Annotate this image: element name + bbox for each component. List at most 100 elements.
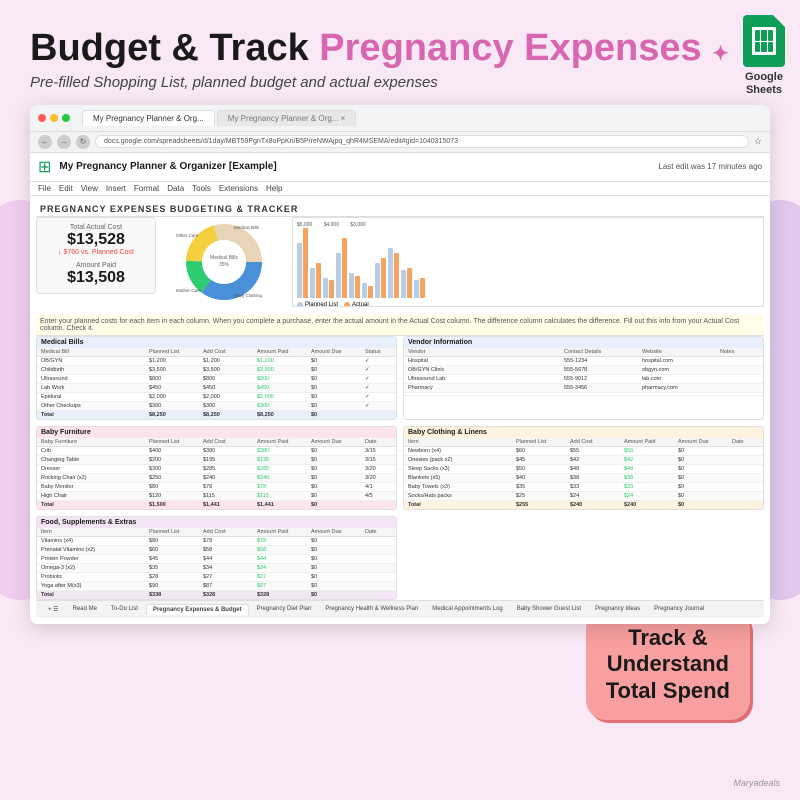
legend-actual: Actual (344, 302, 369, 307)
tab-baby-shower[interactable]: Baby Shower Guest List (511, 604, 587, 614)
title-black-part: Budget & Track (30, 27, 319, 69)
col-baby-due: Amount Due (311, 439, 365, 445)
tab-read-me[interactable]: Read Me (67, 604, 103, 614)
table-row (404, 393, 763, 396)
col-vendor-notes: Notes (720, 349, 759, 355)
stats-row: Total Actual Cost $13,528 ↓ $760 vs. Pla… (36, 217, 764, 307)
table-row: Changing Table$200$195$195$03/15 (37, 456, 396, 465)
menu-extensions[interactable]: Extensions (219, 184, 258, 193)
menu-tools[interactable]: Tools (192, 184, 211, 193)
page-title: Budget & Track Pregnancy Expenses ✦ (30, 28, 770, 70)
col-food-item: Item (41, 529, 149, 535)
legend-actual-label: Actual (352, 302, 369, 307)
col-clothing-paid: Amount Paid (624, 439, 678, 445)
bar-group-6 (362, 283, 373, 298)
bar-planned-1 (297, 243, 302, 298)
add-sheet-button[interactable]: + ☰ (42, 604, 65, 615)
refresh-button[interactable]: ↻ (76, 135, 90, 149)
bookmark-icon[interactable]: ☆ (754, 136, 762, 147)
table-row: Baby Towels (x3)$35$33$33$0 (404, 483, 763, 492)
col-clothing-date: Date (732, 439, 759, 445)
spreadsheet-toolbar: ⊞ My Pregnancy Planner & Organizer [Exam… (30, 153, 770, 182)
saved-status: Last edit was 17 minutes ago (658, 162, 762, 171)
col-medical-due: Amount Due (311, 349, 365, 355)
bar-actual-3 (329, 280, 334, 298)
donut-center-text: Medical Bills (210, 255, 238, 261)
donut-chart: Medical Bills 35% Other Care Medical Bil… (164, 217, 284, 307)
bar-planned-10 (414, 280, 419, 298)
bar-planned-5 (349, 273, 354, 298)
tab-medical-log[interactable]: Medical Appointments Log (426, 604, 508, 614)
menu-format[interactable]: Format (134, 184, 159, 193)
menu-file[interactable]: File (38, 184, 51, 193)
bar-chart-y-labels: $5,000 $4,000 $3,000 (297, 222, 759, 228)
table-row: Other Checkups$300$300$300$0✓ (37, 402, 396, 411)
browser-mockup: My Pregnancy Planner & Org... My Pregnan… (30, 105, 770, 624)
tab-todo[interactable]: To-Do List (105, 604, 144, 614)
bar-actual-8 (394, 253, 399, 298)
donut-label-other: Other Care (176, 233, 199, 238)
sparkle-icon: ✦ (712, 43, 729, 65)
menu-data[interactable]: Data (167, 184, 184, 193)
baby-total-row: Total$1,500$1,441$1,441$0 (37, 501, 396, 509)
menu-bar: File Edit View Insert Format Data Tools … (30, 182, 770, 196)
stat-diff: ↓ $760 vs. Planned Cost (47, 249, 145, 256)
tab-planner-2[interactable]: My Pregnancy Planner & Org... × (217, 110, 357, 126)
close-window-button[interactable] (38, 114, 46, 122)
table-row: Newborn (x4)$60$55$55$0 (404, 447, 763, 456)
table-row: Socks/Hats packs$25$24$24$0 (404, 492, 763, 501)
bar-group-5 (349, 273, 360, 298)
spreadsheet-title: My Pregnancy Planner & Organizer [Exampl… (59, 161, 650, 172)
bar-planned-4 (336, 253, 341, 298)
bar-chart-bars (297, 230, 759, 300)
back-button[interactable]: ← (38, 135, 52, 149)
tab-planner-1[interactable]: My Pregnancy Planner & Org... (82, 110, 215, 126)
table-row: Epidural$2,000$2,000$2,000$0✓ (37, 393, 396, 402)
amount-paid-value: $13,508 (47, 269, 145, 287)
minimize-window-button[interactable] (50, 114, 58, 122)
baby-furniture-header: Baby Furniture (37, 427, 396, 438)
title-pink-part: Pregnancy Expenses (319, 27, 701, 69)
col-clothing-item: Item (408, 439, 516, 445)
food-total-row: Total$338$328$328$0 (37, 591, 396, 599)
total-actual-value: $13,528 (47, 231, 145, 249)
maximize-window-button[interactable] (62, 114, 70, 122)
menu-view[interactable]: View (81, 184, 98, 193)
col-medical-item: Medical Bill (41, 349, 149, 355)
bar-group-3 (323, 278, 334, 298)
menu-help[interactable]: Help (266, 184, 282, 193)
col-medical-planned: Planned List (149, 349, 203, 355)
tab-ideas[interactable]: Pregnancy Ideas (589, 604, 646, 614)
table-row: Crib$400$380$380$03/15 (37, 447, 396, 456)
bar-group-8 (388, 248, 399, 298)
baby-furniture-table: Baby Furniture Baby Furniture Planned Li… (36, 426, 397, 510)
forward-button[interactable]: → (57, 135, 71, 149)
tab-diet-plan[interactable]: Pregnancy Diet Plan (251, 604, 318, 614)
col-food-due: Amount Due (311, 529, 365, 535)
table-row: Hospital555-1234hospital.com (404, 357, 763, 366)
address-bar[interactable]: docs.google.com/spreadsheets/d/1day/MBT5… (95, 135, 749, 148)
table-row: Sleep Sacks (x3)$50$48$48$0 (404, 465, 763, 474)
bar-group-4 (336, 238, 347, 298)
col-vendor-contact: Contact Details (564, 349, 642, 355)
menu-edit[interactable]: Edit (59, 184, 73, 193)
tab-expenses-budget[interactable]: Pregnancy Expenses & Budget (146, 604, 249, 615)
table-row: Onesies (pack x2)$45$42$42$0 (404, 456, 763, 465)
food-supplements-table: Food, Supplements & Extras Item Planned … (36, 516, 397, 600)
food-col-headers: Item Planned List Add Cost Amount Paid A… (37, 528, 396, 537)
callout-line2: Understand (606, 651, 730, 677)
tab-journal[interactable]: Pregnancy Journal (648, 604, 710, 614)
col-clothing-planned: Planned List (516, 439, 570, 445)
col-vendor-name: Vendor (408, 349, 564, 355)
subtitle: Pre-filled Shopping List, planned budget… (30, 74, 770, 91)
bar-group-10 (414, 278, 425, 298)
menu-insert[interactable]: Insert (106, 184, 126, 193)
bar-planned-2 (310, 268, 315, 298)
section-title: PREGNANCY EXPENSES BUDGETING & TRACKER (36, 202, 764, 217)
col-medical-addcost: Add Cost (203, 349, 257, 355)
bar-planned-6 (362, 283, 367, 298)
bar-legend: Planned List Actual (297, 302, 759, 307)
tab-wellness[interactable]: Pregnancy Health & Wellness Plan (319, 604, 424, 614)
bar-group-7 (375, 258, 386, 298)
donut-center-text2: 35% (219, 262, 230, 268)
